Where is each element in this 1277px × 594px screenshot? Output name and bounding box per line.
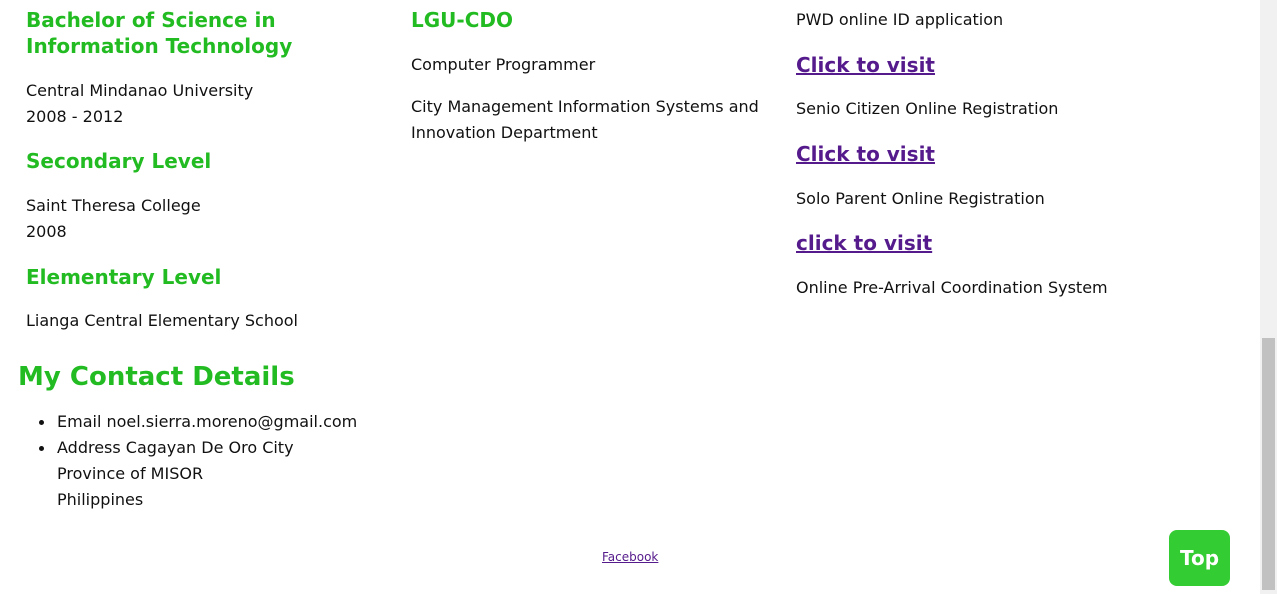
secondary-heading: Secondary Level	[26, 149, 212, 173]
contact-address-line2: Province of MISOR	[57, 464, 204, 483]
contact-email-item: Email noel.sierra.moreno@gmail.com	[39, 409, 358, 435]
bullet-icon	[39, 420, 44, 425]
college-years: 2008 - 2012	[26, 107, 124, 126]
project-name: Solo Parent Online Registration	[796, 189, 1045, 208]
project-visit-link[interactable]: click to visit	[796, 230, 932, 256]
elementary-school: Lianga Central Elementary School	[26, 311, 298, 330]
contact-email: Email noel.sierra.moreno@gmail.com	[57, 412, 358, 431]
secondary-year: 2008	[26, 222, 67, 241]
college-school: Central Mindanao University	[26, 81, 254, 100]
contact-heading: My Contact Details	[18, 362, 295, 392]
project-name: PWD online ID application	[796, 10, 1004, 29]
scrollbar-thumb[interactable]	[1262, 338, 1275, 590]
elementary-heading: Elementary Level	[26, 265, 222, 289]
vertical-scrollbar[interactable]	[1260, 0, 1277, 594]
college-degree-heading: Bachelor of Science in Information Techn…	[26, 8, 293, 58]
contact-address-line1: Address Cagayan De Oro City	[57, 438, 294, 457]
project-name: Senio Citizen Online Registration	[796, 99, 1059, 118]
back-to-top-button[interactable]: Top	[1169, 530, 1230, 586]
facebook-link[interactable]: Facebook	[602, 549, 658, 565]
project-visit-link[interactable]: Click to visit	[796, 141, 935, 167]
secondary-school: Saint Theresa College	[26, 196, 201, 215]
contact-address-item: Address Cagayan De Oro City Province of …	[39, 435, 357, 513]
employer-heading: LGU-CDO	[411, 8, 513, 32]
project-visit-link[interactable]: Click to visit	[796, 52, 935, 78]
contact-list: Email noel.sierra.moreno@gmail.com Addre…	[39, 409, 358, 513]
project-name: Online Pre-Arrival Coordination System	[796, 278, 1108, 297]
contact-address-line3: Philippines	[57, 490, 144, 509]
job-department: City Management Information Systems and …	[411, 97, 759, 142]
job-position: Computer Programmer	[411, 55, 596, 74]
bullet-icon	[39, 446, 44, 451]
